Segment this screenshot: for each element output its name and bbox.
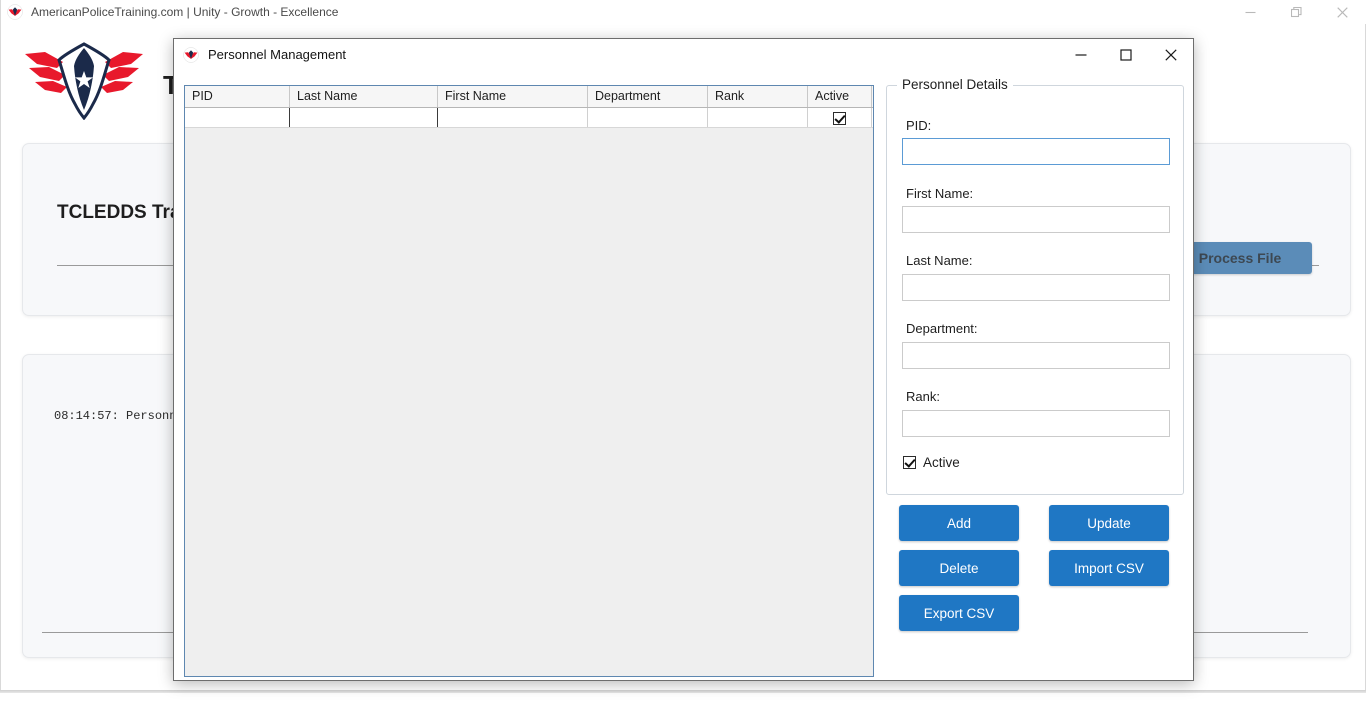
active-checkbox-label: Active [923, 455, 960, 470]
personnel-data-grid[interactable]: PID Last Name First Name Department Rank… [184, 85, 874, 677]
minimize-icon[interactable] [1058, 39, 1103, 71]
cell-rank[interactable] [708, 108, 808, 127]
first-name-label: First Name: [906, 186, 974, 201]
main-window-title: AmericanPoliceTraining.com | Unity - Gro… [31, 5, 339, 19]
personnel-details-groupbox: Personnel Details PID: First Name: Last … [886, 77, 1184, 495]
american-police-training-logo [23, 42, 145, 121]
column-header-department[interactable]: Department [588, 86, 708, 107]
data-grid-body [185, 108, 873, 128]
eagle-logo-icon [183, 46, 199, 63]
main-window-titlebar[interactable]: AmericanPoliceTraining.com | Unity - Gro… [1, 0, 1366, 24]
active-checkbox-row[interactable]: Active [903, 455, 960, 470]
rank-input[interactable] [902, 410, 1170, 437]
row-active-checkbox[interactable] [833, 112, 846, 125]
rank-label: Rank: [906, 389, 940, 404]
dialog-title: Personnel Management [208, 47, 347, 62]
cell-last-name[interactable] [290, 108, 438, 127]
column-header-rank[interactable]: Rank [708, 86, 808, 107]
close-icon[interactable] [1148, 39, 1193, 71]
table-row[interactable] [185, 108, 873, 128]
eagle-logo-icon [7, 4, 23, 20]
last-name-label: Last Name: [906, 253, 973, 268]
cell-department[interactable] [588, 108, 708, 127]
pid-input[interactable] [902, 138, 1170, 165]
dialog-window-controls [1058, 39, 1193, 71]
data-grid-header-row: PID Last Name First Name Department Rank… [185, 86, 873, 108]
close-icon[interactable] [1319, 0, 1365, 24]
first-name-input[interactable] [902, 206, 1170, 233]
department-label: Department: [906, 321, 978, 336]
log-entry: 08:14:57: Personne [54, 409, 184, 423]
column-header-last-name[interactable]: Last Name [290, 86, 438, 107]
add-button[interactable]: Add [899, 505, 1019, 541]
cell-active[interactable] [808, 108, 872, 127]
main-window-controls [1227, 0, 1365, 24]
active-checkbox[interactable] [903, 456, 916, 469]
export-csv-button[interactable]: Export CSV [899, 595, 1019, 631]
cell-pid[interactable] [185, 108, 290, 127]
minimize-icon[interactable] [1227, 0, 1273, 24]
maximize-icon[interactable] [1273, 0, 1319, 24]
department-input[interactable] [902, 342, 1170, 369]
import-csv-button[interactable]: Import CSV [1049, 550, 1169, 586]
delete-button[interactable]: Delete [899, 550, 1019, 586]
last-name-input[interactable] [902, 274, 1170, 301]
window-bottom-edge [0, 690, 1366, 693]
update-button[interactable]: Update [1049, 505, 1169, 541]
personnel-management-dialog: Personnel Management PID Last Name First… [173, 38, 1194, 681]
column-header-first-name[interactable]: First Name [438, 86, 588, 107]
maximize-icon[interactable] [1103, 39, 1148, 71]
upload-panel-title: TCLEDDS Trai [57, 202, 186, 223]
column-header-active[interactable]: Active [808, 86, 872, 107]
cell-first-name[interactable] [438, 108, 588, 127]
personnel-details-legend: Personnel Details [897, 77, 1013, 92]
pid-label: PID: [906, 118, 932, 133]
column-header-pid[interactable]: PID [185, 86, 290, 107]
dialog-titlebar[interactable]: Personnel Management [174, 39, 1193, 71]
